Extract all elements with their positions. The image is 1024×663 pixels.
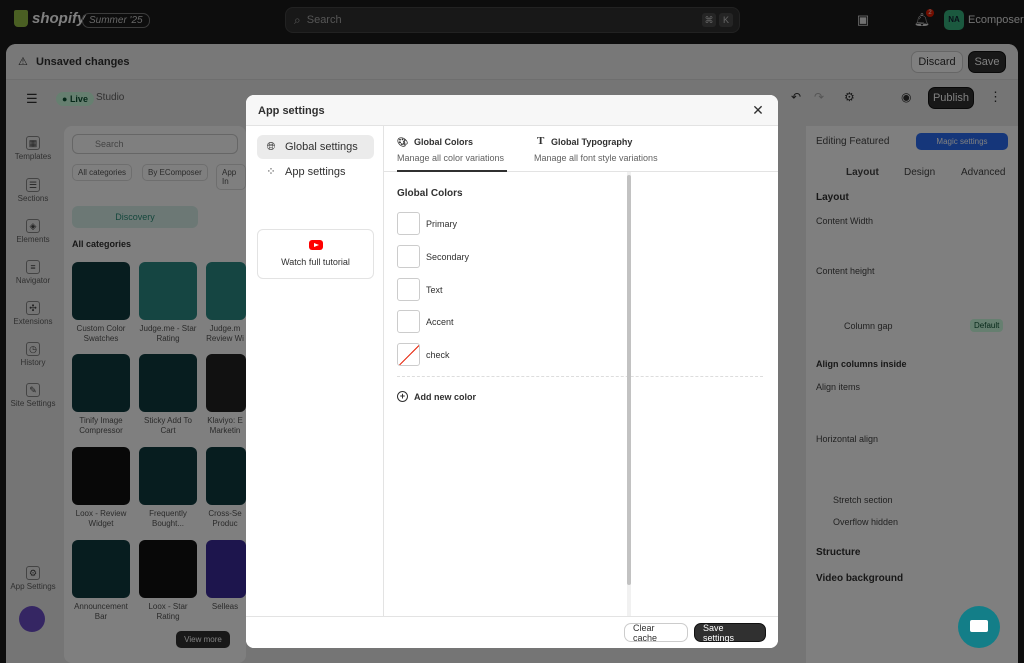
color-swatch-text[interactable] xyxy=(397,278,420,301)
chat-bubble-icon[interactable] xyxy=(958,606,1000,648)
add-new-color-button[interactable]: + Add new color xyxy=(397,391,476,402)
close-icon[interactable]: ✕ xyxy=(750,102,766,118)
nav-app-settings[interactable]: ⁘ App settings xyxy=(257,160,374,184)
color-swatch-primary[interactable] xyxy=(397,212,420,235)
tab-subtitle: Manage all color variations xyxy=(397,153,505,163)
modal-sidebar: 🌐︎ Global settings ⁘ App settings Watch … xyxy=(246,126,384,616)
nav-global-settings[interactable]: 🌐︎ Global settings xyxy=(257,135,374,159)
tab-subtitle: Manage all font style variations xyxy=(534,153,658,163)
color-name: Accent xyxy=(426,317,454,327)
nav-label: Global settings xyxy=(285,141,358,153)
globe-icon: 🌐︎ xyxy=(266,141,276,153)
plus-circle-icon: + xyxy=(397,391,408,402)
modal-title: App settings xyxy=(258,105,325,117)
tab-title: Global Typography xyxy=(551,137,633,147)
tab-title: Global Colors xyxy=(414,137,474,147)
tab-global-colors[interactable]: 🎨︎ Global Colors Manage all color variat… xyxy=(397,126,517,172)
color-swatch-accent[interactable] xyxy=(397,310,420,333)
nav-label: App settings xyxy=(285,166,346,178)
divider xyxy=(397,376,763,377)
save-settings-button[interactable]: Save settings xyxy=(694,623,766,643)
youtube-icon xyxy=(308,240,323,250)
app-settings-modal: App settings ✕ 🌐︎ Global settings ⁘ App … xyxy=(246,95,778,648)
color-name: check xyxy=(426,350,450,360)
modal-tabs: 🎨︎ Global Colors Manage all color variat… xyxy=(384,126,778,172)
modal-footer: Clear cache Save settings xyxy=(246,616,778,648)
watch-tutorial-card[interactable]: Watch full tutorial xyxy=(257,229,374,279)
color-swatch-check[interactable] xyxy=(397,343,420,366)
modal-header: App settings ✕ xyxy=(246,95,778,126)
color-name: Secondary xyxy=(426,252,470,262)
tutorial-label: Watch full tutorial xyxy=(281,257,350,267)
scrollbar-thumb[interactable] xyxy=(627,175,631,585)
paint-bucket-icon: 🎨︎ xyxy=(397,137,409,147)
typography-icon: T xyxy=(537,135,545,147)
color-swatch-secondary[interactable] xyxy=(397,245,420,268)
tab-global-typography[interactable]: T Global Typography Manage all font styl… xyxy=(534,126,674,172)
apps-icon: ⁘ xyxy=(266,166,276,178)
add-color-label: Add new color xyxy=(414,391,477,402)
color-name: Primary xyxy=(426,219,457,229)
section-title: Global Colors xyxy=(397,188,463,199)
clear-cache-button[interactable]: Clear cache xyxy=(624,623,688,643)
global-colors-panel: Global Colors Primary Secondary Text Acc… xyxy=(384,172,778,616)
color-name: Text xyxy=(426,285,443,295)
